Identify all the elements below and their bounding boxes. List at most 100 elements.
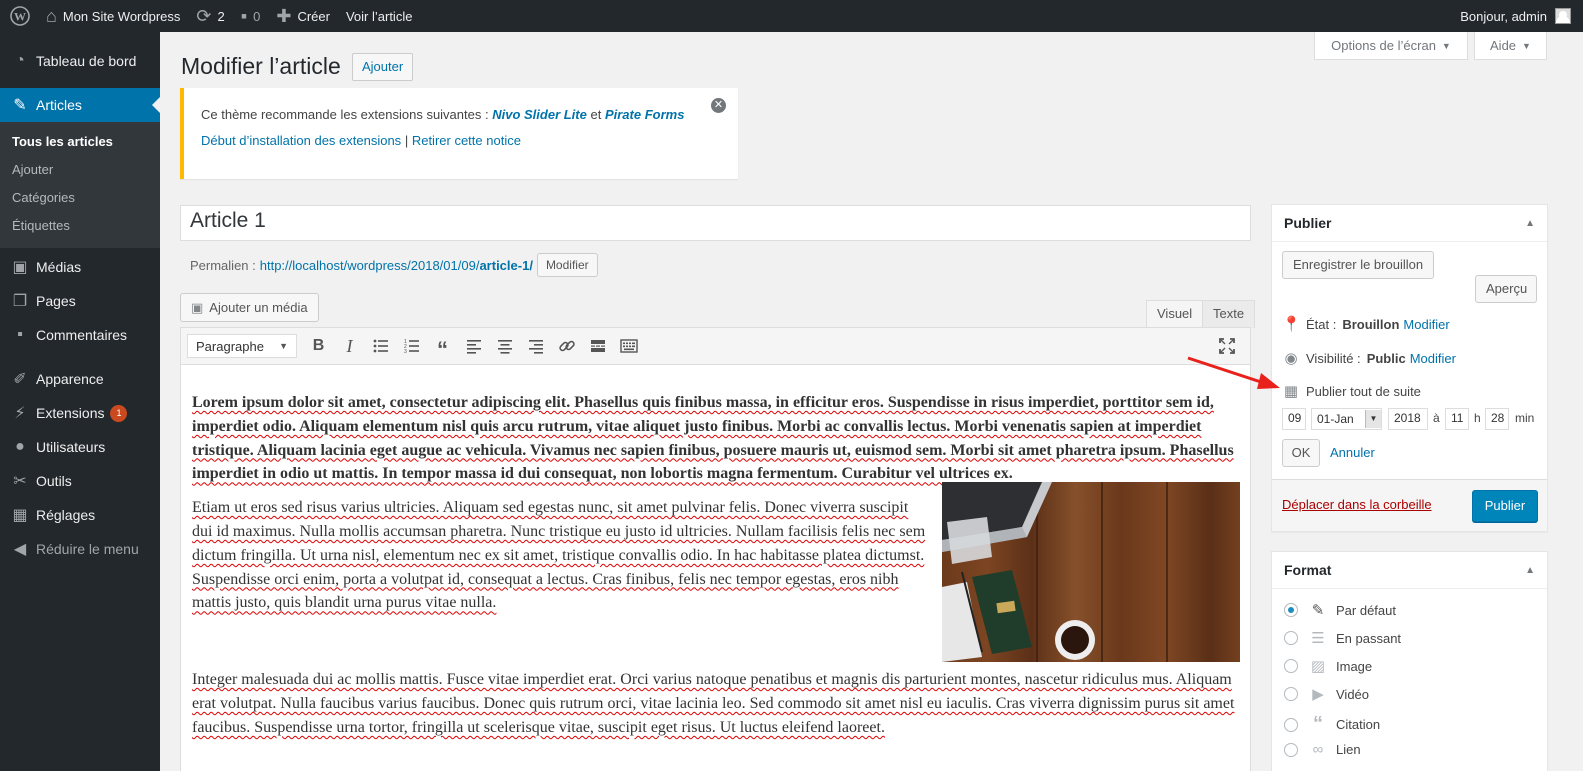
fullscreen-icon (1218, 338, 1235, 354)
site-name-menu[interactable]: ⌂ Mon Site Wordpress (38, 0, 188, 32)
dismiss-icon[interactable]: ✕ (711, 98, 726, 113)
pin-icon: 📍 (1282, 316, 1301, 333)
updates-menu[interactable]: ⟳ 2 (188, 0, 232, 32)
svg-text:3: 3 (404, 349, 407, 355)
paragraph: Lorem ipsum dolor sit amet, consectetur … (192, 394, 1234, 483)
sidebar-item-appearance[interactable]: ✐ Apparence (0, 362, 160, 396)
collapse-arrow-icon[interactable]: ▲ (1525, 218, 1535, 229)
link-icon (558, 340, 575, 352)
format-option-standard[interactable]: ✎ Par défaut (1284, 601, 1396, 619)
align-right-button[interactable] (520, 332, 551, 360)
plugin-link-nivo[interactable]: Nivo Slider Lite (492, 107, 587, 122)
wordpress-logo-menu[interactable]: W (0, 0, 38, 32)
collapse-menu-button[interactable]: ◀ Réduire le menu (0, 532, 160, 566)
format-option-quote[interactable]: “ Citation (1284, 713, 1380, 736)
help-toggle[interactable]: Aide ▼ (1474, 32, 1547, 60)
sidebar-item-settings[interactable]: ▦ Réglages (0, 498, 160, 532)
bullet-list-button[interactable] (365, 332, 396, 360)
sidebar-item-tools[interactable]: ✂ Outils (0, 464, 160, 498)
align-left-button[interactable] (458, 332, 489, 360)
sidebar-item-media[interactable]: ▣ Médias (0, 250, 160, 284)
editor-content[interactable]: Lorem ipsum dolor sit amet, consectetur … (181, 365, 1250, 740)
format-option-image[interactable]: ▨ Image (1284, 657, 1372, 675)
plugins-update-badge: 1 (110, 404, 128, 422)
save-draft-button[interactable]: Enregistrer le brouillon (1282, 251, 1435, 279)
format-option-aside[interactable]: ☰ En passant (1284, 629, 1401, 647)
sidebar-item-dashboard[interactable]: ◔ Tableau de bord (0, 44, 160, 78)
comment-icon: ▪ (240, 6, 248, 26)
submenu-add-new[interactable]: Ajouter (0, 156, 160, 184)
sidebar-item-plugins[interactable]: ⚡ Extensions 1 (0, 396, 160, 430)
preview-button[interactable]: Aperçu (1475, 275, 1537, 303)
tab-visual[interactable]: Visuel (1146, 300, 1204, 328)
install-plugins-link[interactable]: Début d’installation des extensions (201, 133, 401, 148)
italic-button[interactable]: I (334, 332, 365, 360)
day-input[interactable]: 09 (1282, 408, 1306, 430)
move-to-trash-link[interactable]: Déplacer dans la corbeille (1282, 497, 1432, 512)
numbered-list-icon: 123 (404, 339, 419, 355)
add-media-button[interactable]: ▣ Ajouter un média (180, 293, 319, 322)
numbered-list-button[interactable]: 123 (396, 332, 427, 360)
add-new-button[interactable]: Ajouter (352, 53, 414, 81)
format-option-video[interactable]: ▶ Vidéo (1284, 685, 1369, 703)
tab-text[interactable]: Texte (1202, 300, 1256, 328)
radio[interactable] (1284, 631, 1298, 645)
view-post-link[interactable]: Voir l’article (338, 0, 420, 32)
desk-photo-image[interactable] (942, 482, 1240, 663)
radio[interactable] (1284, 687, 1298, 701)
bullet-list-icon (373, 339, 388, 353)
edit-status-link[interactable]: Modifier (1403, 317, 1449, 332)
permalink-url[interactable]: http://localhost/wordpress/2018/01/09/ar… (260, 258, 533, 273)
permalink-label: Permalien : (190, 257, 256, 273)
submenu-categories[interactable]: Catégories (0, 184, 160, 212)
aside-icon: ☰ (1311, 630, 1325, 647)
sidebar-item-pages[interactable]: ❐ Pages (0, 284, 160, 318)
screen-options-toggle[interactable]: Options de l’écran ▼ (1314, 32, 1468, 60)
format-option-link[interactable]: ∞ Lien (1284, 741, 1361, 758)
edit-permalink-button[interactable]: Modifier (536, 253, 598, 277)
radio-selected[interactable] (1284, 603, 1298, 617)
sidebar-item-comments[interactable]: ▪ Commentaires (0, 318, 160, 352)
pushpin-icon: ✎ (13, 97, 27, 114)
my-account-menu[interactable]: Bonjour, admin (1452, 0, 1579, 32)
toolbar-toggle-button[interactable] (613, 332, 644, 360)
comments-menu[interactable]: ▪ 0 (233, 0, 269, 32)
collapse-arrow-icon[interactable]: ▲ (1525, 565, 1535, 576)
ok-button[interactable]: OK (1282, 439, 1320, 467)
format-select[interactable]: Paragraphe ▼ (187, 334, 297, 358)
plugin-link-pirate-forms[interactable]: Pirate Forms (605, 107, 684, 122)
sidebar-item-users[interactable]: ● Utilisateurs (0, 430, 160, 464)
video-icon: ▶ (1312, 686, 1324, 703)
cancel-link[interactable]: Annuler (1330, 445, 1375, 460)
submenu-all-posts[interactable]: Tous les articles (0, 128, 160, 156)
submenu-tags[interactable]: Étiquettes (0, 212, 160, 240)
publish-box-header[interactable]: Publier ▲ (1272, 205, 1547, 242)
publish-button[interactable]: Publier (1472, 490, 1538, 522)
align-center-button[interactable] (489, 332, 520, 360)
new-content-menu[interactable]: ✚ Créer (268, 0, 338, 32)
sidebar-item-posts[interactable]: ✎ Articles (0, 88, 160, 122)
radio[interactable] (1284, 717, 1298, 732)
align-center-icon (497, 340, 512, 354)
svg-text:W: W (14, 10, 26, 24)
year-input[interactable]: 2018 (1388, 408, 1428, 430)
site-name: Mon Site Wordpress (62, 8, 181, 24)
minute-input[interactable]: 28 (1485, 408, 1509, 430)
blockquote-button[interactable]: “ (427, 332, 458, 362)
dashboard-icon: ◔ (15, 52, 25, 69)
comments-count: 0 (253, 8, 261, 24)
user-icon: ● (15, 438, 25, 455)
wrench-icon: ✂ (13, 473, 27, 490)
radio[interactable] (1284, 742, 1298, 757)
radio[interactable] (1284, 659, 1298, 673)
dismiss-notice-link[interactable]: Retirer cette notice (412, 133, 521, 148)
post-title-input[interactable]: Article 1 (180, 205, 1251, 241)
edit-visibility-link[interactable]: Modifier (1410, 351, 1456, 366)
format-box-header[interactable]: Format ▲ (1272, 552, 1547, 589)
insert-link-button[interactable] (551, 332, 582, 360)
annotation-arrow (1187, 356, 1280, 389)
month-select[interactable]: 01-Jan ▼ (1311, 408, 1382, 430)
read-more-button[interactable] (582, 332, 613, 360)
bold-button[interactable]: B (303, 332, 334, 360)
hour-input[interactable]: 11 (1445, 408, 1469, 430)
